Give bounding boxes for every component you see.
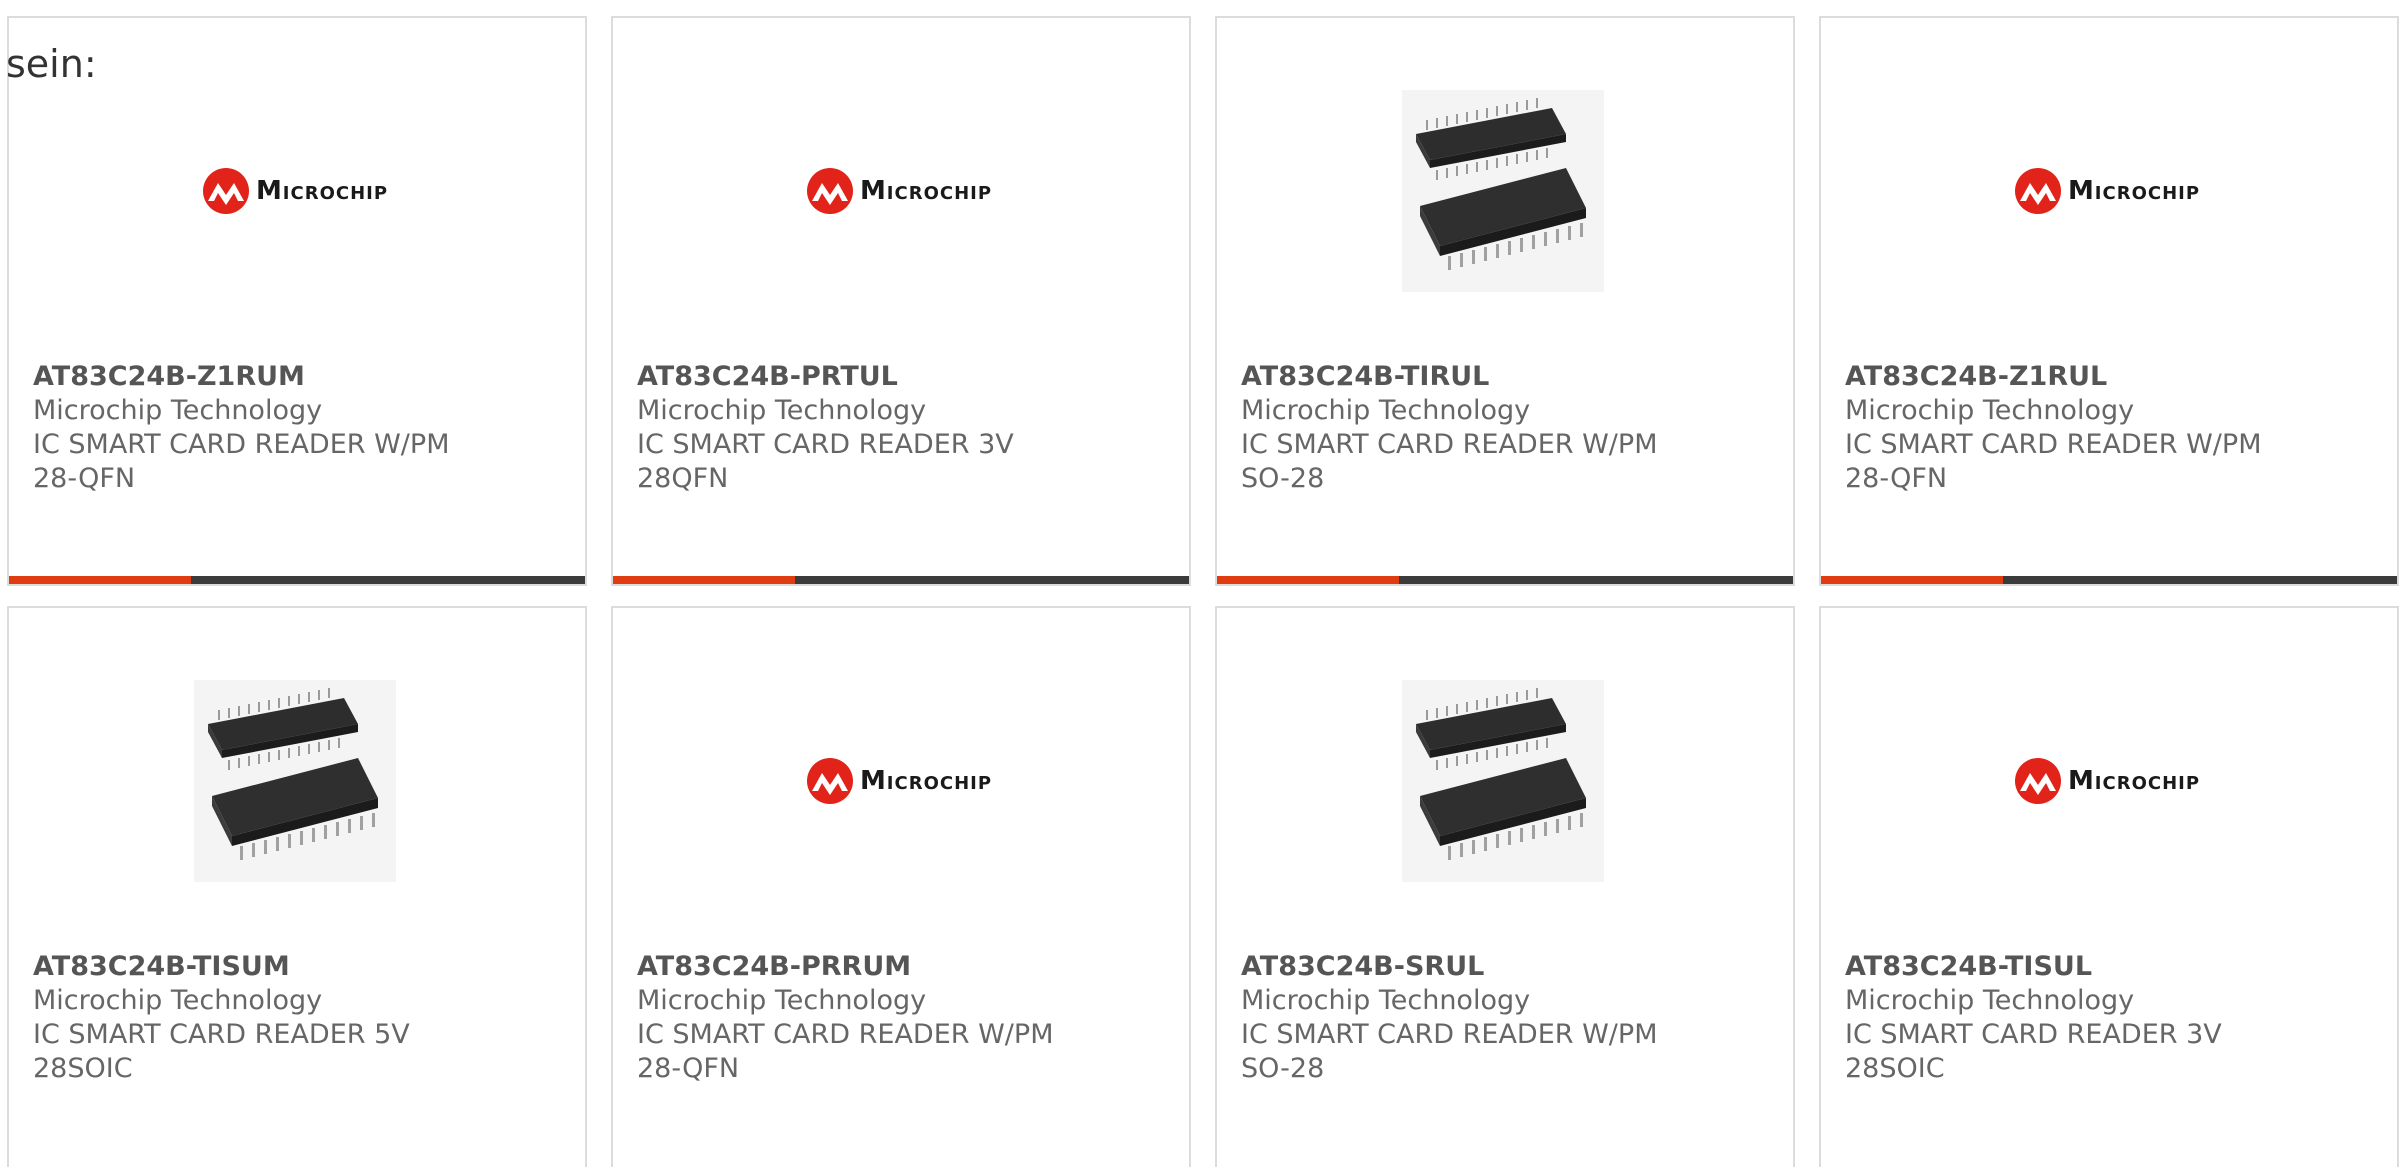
product-card[interactable]: AT83C24B-SRUL Microchip Technology IC SM… — [1215, 606, 1795, 1167]
manufacturer: Microchip Technology — [637, 395, 927, 426]
product-card[interactable]: Microchip AT83C24B-TISUL Microchip Techn… — [1819, 606, 2399, 1167]
package: 28-QFN — [1845, 463, 1948, 494]
manufacturer: Microchip Technology — [1845, 395, 2135, 426]
product-image — [194, 680, 396, 882]
microchip-logo-icon: Microchip — [2014, 167, 2200, 215]
microchip-logo-icon: Microchip — [2014, 757, 2200, 805]
package: SO-28 — [1241, 463, 1325, 494]
description: IC SMART CARD READER W/PM — [637, 1019, 1054, 1050]
part-number[interactable]: AT83C24B-PRTUL — [637, 360, 1179, 394]
product-image: Microchip — [798, 90, 1000, 292]
manufacturer: Microchip Technology — [637, 985, 927, 1016]
product-card[interactable]: Microchip AT83C24B-Z1RUL Microchip Techn… — [1819, 16, 2399, 586]
product-image: Microchip — [2006, 90, 2208, 292]
lead-text: sein: — [6, 42, 97, 86]
product-card[interactable]: AT83C24B-TISUM Microchip Technology IC S… — [7, 606, 587, 1167]
manufacturer: Microchip Technology — [33, 395, 323, 426]
description: IC SMART CARD READER 3V — [1845, 1019, 2222, 1050]
package: SO-28 — [1241, 1053, 1325, 1084]
card-bar-accent — [1217, 576, 1399, 584]
product-card[interactable]: Microchip AT83C24B-PRRUM Microchip Techn… — [611, 606, 1191, 1167]
description: IC SMART CARD READER 3V — [637, 429, 1014, 460]
package: 28QFN — [637, 463, 729, 494]
card-bar-accent — [9, 576, 191, 584]
description: IC SMART CARD READER W/PM — [1845, 429, 2262, 460]
product-image — [1402, 90, 1604, 292]
package: 28-QFN — [637, 1053, 740, 1084]
microchip-logo-icon: Microchip — [806, 757, 992, 805]
manufacturer: Microchip Technology — [1241, 985, 1531, 1016]
manufacturer: Microchip Technology — [1241, 395, 1531, 426]
soic-chip-icon — [1402, 680, 1604, 882]
description: IC SMART CARD READER W/PM — [33, 429, 450, 460]
product-image — [1402, 680, 1604, 882]
package: 28SOIC — [1845, 1053, 1945, 1084]
card-bar — [1217, 576, 1793, 584]
microchip-logo-icon: Microchip — [806, 167, 992, 215]
microchip-logo-icon: Microchip — [202, 167, 388, 215]
description: IC SMART CARD READER W/PM — [1241, 429, 1658, 460]
part-number[interactable]: AT83C24B-TISUL — [1845, 950, 2387, 984]
card-bar — [613, 576, 1189, 584]
product-image: Microchip — [2006, 680, 2208, 882]
part-number[interactable]: AT83C24B-Z1RUL — [1845, 360, 2387, 394]
manufacturer: Microchip Technology — [33, 985, 323, 1016]
product-image: Microchip — [194, 90, 396, 292]
package: 28SOIC — [33, 1053, 133, 1084]
part-number[interactable]: AT83C24B-PRRUM — [637, 950, 1179, 984]
soic-chip-icon — [194, 680, 396, 882]
card-bar — [1821, 576, 2397, 584]
description: IC SMART CARD READER W/PM — [1241, 1019, 1658, 1050]
part-number[interactable]: AT83C24B-SRUL — [1241, 950, 1783, 984]
product-grid-page: sein: Microchip AT83C24B-Z1RUM Microchip… — [0, 0, 2400, 1167]
part-number[interactable]: AT83C24B-TIRUL — [1241, 360, 1783, 394]
card-bar — [9, 576, 585, 584]
product-image: Microchip — [798, 680, 1000, 882]
card-bar-accent — [1821, 576, 2003, 584]
description: IC SMART CARD READER 5V — [33, 1019, 410, 1050]
card-bar-accent — [613, 576, 795, 584]
manufacturer: Microchip Technology — [1845, 985, 2135, 1016]
product-card[interactable]: AT83C24B-TIRUL Microchip Technology IC S… — [1215, 16, 1795, 586]
package: 28-QFN — [33, 463, 136, 494]
part-number[interactable]: AT83C24B-TISUM — [33, 950, 575, 984]
product-card[interactable]: Microchip AT83C24B-PRTUL Microchip Techn… — [611, 16, 1191, 586]
product-card[interactable]: Microchip AT83C24B-Z1RUM Microchip Techn… — [7, 16, 587, 586]
part-number[interactable]: AT83C24B-Z1RUM — [33, 360, 575, 394]
soic-chip-icon — [1402, 90, 1604, 292]
